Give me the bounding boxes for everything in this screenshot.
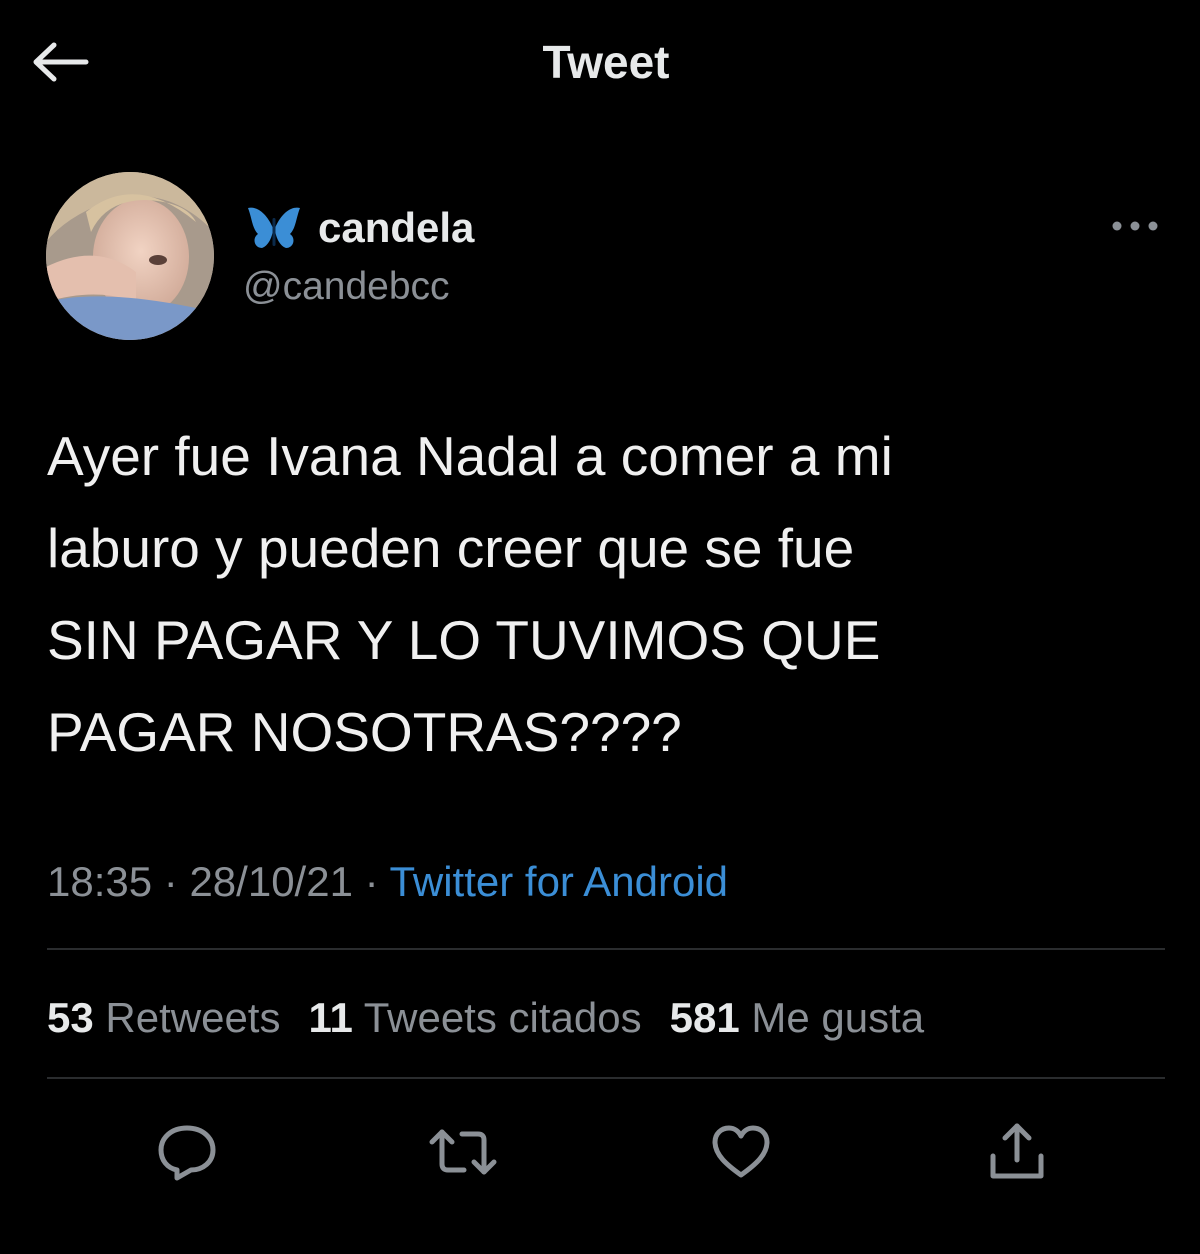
retweet-button[interactable] [428,1117,498,1187]
user-handle[interactable]: @candebcc [243,262,450,312]
quote-tweets-stat[interactable]: 11 Tweets citados [308,990,641,1046]
page-title: Tweet [542,36,670,88]
tweet-time: 18:35 [47,858,153,905]
display-name[interactable]: candela [318,204,474,252]
reply-button[interactable] [152,1117,222,1187]
tweet-source-link[interactable]: Twitter for Android [390,858,728,905]
meta-separator: · [163,858,178,905]
retweets-count: 53 [47,994,94,1041]
top-bar: Tweet [0,0,1200,125]
likes-label: Me gusta [751,994,925,1041]
share-button[interactable] [982,1117,1052,1187]
avatar[interactable] [46,172,214,340]
reply-icon [158,1125,216,1181]
like-icon [712,1125,770,1178]
divider [47,948,1165,950]
retweets-stat[interactable]: 53 Retweets [47,990,280,1046]
tweet-text: Ayer fue Ivana Nadal a comer a mi laburo… [47,425,893,763]
divider [47,1077,1165,1079]
tweet-stats: 53 Retweets 11 Tweets citados 581 Me gus… [47,990,952,1046]
tweet-metadata: 18:35 · 28/10/21 · Twitter for Android [47,854,728,910]
retweets-label: Retweets [105,994,281,1041]
likes-count: 581 [669,994,740,1041]
likes-stat[interactable]: 581 Me gusta [670,990,925,1046]
like-button[interactable] [706,1117,776,1187]
meta-separator: · [364,858,379,905]
more-dots-icon [1112,221,1158,231]
retweet-icon [429,1129,497,1175]
share-icon [990,1123,1044,1179]
tweet-date: 28/10/21 [189,858,353,905]
quote-tweets-count: 11 [308,994,353,1041]
profile-photo [46,172,214,340]
more-options-button[interactable] [1104,206,1166,246]
quote-tweets-label: Tweets citados [363,994,642,1041]
butterfly-icon [248,207,300,248]
author-name-row: candela [246,198,474,258]
